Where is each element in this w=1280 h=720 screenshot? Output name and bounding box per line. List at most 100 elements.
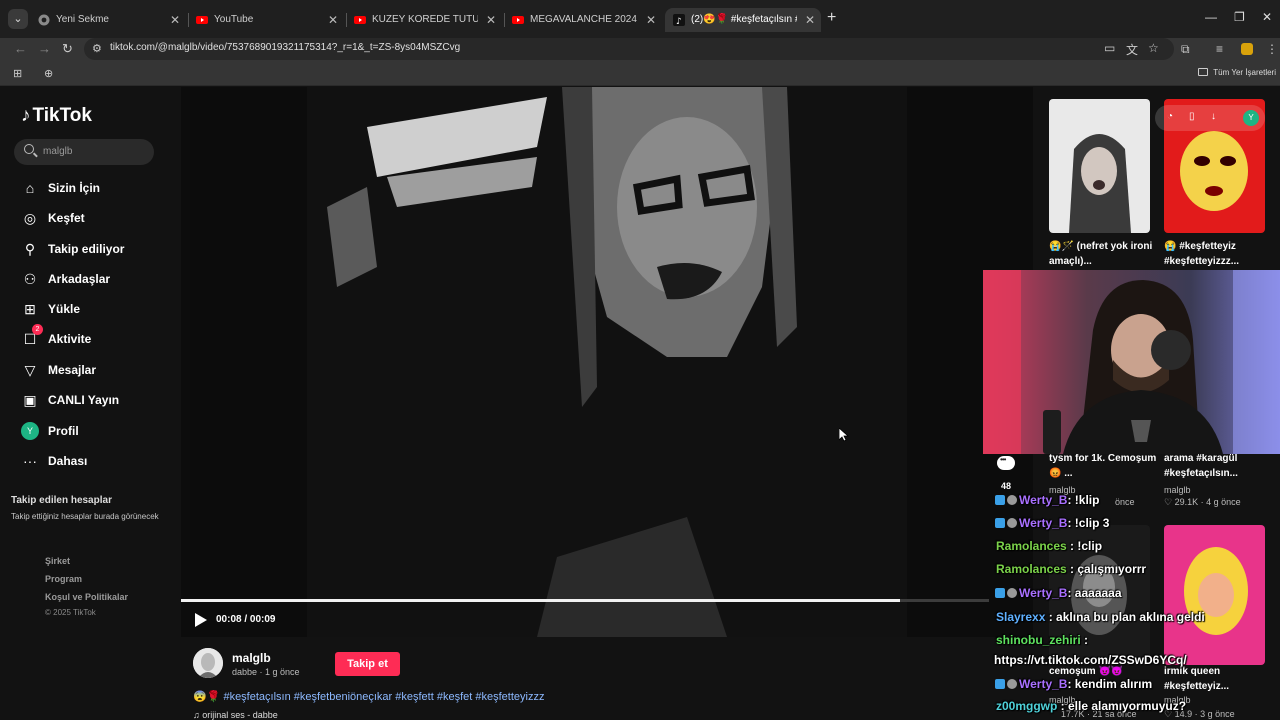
media-icon[interactable]: ≡ [1216, 42, 1223, 56]
sidebar-item-arkadaslar[interactable]: ⚇ Arkadaşlar [21, 269, 171, 291]
play-icon[interactable] [195, 613, 207, 627]
site-info-icon[interactable]: ⚙ [92, 42, 102, 55]
url-text[interactable]: tiktok.com/@malglb/video/753768901932117… [110, 42, 460, 53]
sidebar-item-sizin-icin[interactable]: ⌂ Sizin İçin [21, 178, 171, 200]
related-caption[interactable]: 😭 #keşfetteyiz #keşfetteyizzz... [1164, 239, 1274, 269]
chat-username: z00mggwp [996, 699, 1058, 713]
chat-text: : aklına bu plan aklına geldi [1045, 610, 1205, 624]
chat-username: Ramolances [996, 562, 1067, 576]
author-name[interactable]: malglb [232, 651, 271, 665]
tab-title: (2)😍🌹 #keşfetaçılsın #keşfetb [691, 14, 797, 25]
tab-megavalanche[interactable]: MEGAVALANCHE 2024 😨 FUL ✕ [504, 8, 662, 32]
related-caption[interactable]: tysm for 1k. Cemoşum 😡 ... [1049, 451, 1159, 481]
related-caption[interactable]: arama #karagül #keşfetaçılsın... [1164, 451, 1274, 481]
sidebar-item-dahasi[interactable]: ··· Dahası [21, 451, 171, 473]
tab-title: KUZEY KOREDE TUTUKLANIRSA [372, 14, 478, 25]
restore-icon[interactable]: ❐ [1234, 10, 1245, 24]
download-icon[interactable]: ↓ [1211, 111, 1216, 122]
sidebar-item-mesajlar[interactable]: ▽ Mesajlar [21, 360, 171, 382]
author-subtitle: dabbe · 1 g önce [232, 667, 300, 677]
webcam-overlay [983, 270, 1280, 454]
folder-icon [1198, 68, 1209, 76]
tab-kuzey-kore[interactable]: KUZEY KOREDE TUTUKLANIRSA ✕ [346, 8, 502, 32]
video-player[interactable] [181, 87, 1033, 637]
extensions-icon[interactable]: ⧉ [1181, 42, 1190, 57]
footer-link-program[interactable]: Program [45, 574, 82, 584]
related-video-thumb[interactable] [1164, 525, 1265, 665]
phone-icon[interactable]: ▯ [1189, 111, 1195, 122]
related-author[interactable]: malglb [1164, 485, 1191, 495]
reload-icon[interactable]: ↻ [62, 41, 73, 57]
sidebar-item-yukle[interactable]: ⊞ Yükle [21, 299, 171, 321]
address-bar[interactable]: ⚙ tiktok.com/@malglb/video/7537689019321… [84, 38, 1174, 60]
chat-message: Ramolances : çalışmıyorrr [996, 562, 1146, 576]
forward-icon[interactable]: → [38, 41, 51, 56]
follow-button[interactable]: Takip et [335, 652, 400, 676]
footer-link-kosullar[interactable]: Koşul ve Politikalar [45, 592, 128, 602]
close-icon[interactable]: ✕ [805, 8, 815, 32]
chat-badge-icon [995, 679, 1005, 689]
translate-icon[interactable]: 文 [1126, 41, 1138, 58]
svg-text:♪: ♪ [676, 17, 682, 26]
video-frame[interactable] [307, 87, 907, 637]
followed-accounts-heading: Takip edilen hesaplar [11, 495, 112, 506]
chat-message: Ramolances : !clip [996, 539, 1102, 553]
related-video-thumb[interactable] [1049, 99, 1150, 233]
sidebar-item-takip-ediliyor[interactable]: ⚲ Takip ediliyor [21, 239, 171, 261]
tab-yeni-sekme[interactable]: Yeni Sekme ✕ [30, 8, 186, 32]
sidebar-item-aktivite[interactable]: ☐ 2 Aktivite [21, 324, 171, 351]
video-actions-pill: ◔ ▯ ↓ Y [1155, 105, 1265, 131]
chat-message: https://vt.tiktok.com/ZSSwD6YCq/ [994, 653, 1187, 667]
all-bookmarks[interactable]: Tüm Yer İşaretleri [1198, 68, 1276, 77]
apps-icon[interactable]: ⊞ [13, 67, 22, 80]
sidebar-item-kesfet[interactable]: ◎ Keşfet [21, 208, 171, 230]
tiktok-icon: ♪ [673, 14, 685, 26]
menu-icon[interactable]: ⋮ [1266, 42, 1278, 56]
close-icon[interactable]: ✕ [486, 8, 496, 32]
youtube-icon [512, 16, 524, 24]
video-caption[interactable]: 😨🌹 #keşfetaçılsın #keşfetbeniöneçıkar #k… [193, 690, 544, 703]
sidebar-item-profil[interactable]: Y Profil [21, 421, 171, 443]
chat-message: Werty_B: !klip [995, 493, 1099, 507]
thumb-image [1049, 99, 1150, 233]
new-tab-button[interactable]: + [827, 9, 836, 27]
author-avatar[interactable] [193, 648, 223, 678]
close-icon[interactable]: ✕ [170, 8, 180, 32]
tab-search-button[interactable]: ⌄ [8, 9, 28, 29]
comment-icon[interactable] [997, 455, 1015, 470]
bookmarks-bar: ⊞ ⊕ Tüm Yer İşaretleri [0, 62, 1280, 86]
extension-icon[interactable] [1241, 43, 1253, 55]
cast-icon[interactable]: ▭ [1104, 41, 1115, 55]
profile-avatar: Y [21, 422, 39, 440]
notification-badge: 2 [32, 324, 43, 335]
sidebar-item-canli-yayin[interactable]: ▣ CANLI Yayın [21, 390, 171, 412]
tab-tiktok-active[interactable]: ♪ (2)😍🌹 #keşfetaçılsın #keşfetb ✕ [665, 8, 821, 32]
video-progress-bar[interactable] [181, 599, 989, 602]
related-caption[interactable]: irmik queen #keşfetteyiz... [1164, 664, 1274, 694]
close-icon[interactable]: ✕ [646, 8, 656, 32]
video-sound[interactable]: ♫ orijinal ses - dabbe [193, 710, 278, 720]
profile-avatar-small[interactable]: Y [1243, 110, 1259, 126]
cursor-arrow-icon [839, 428, 849, 442]
youtube-icon [354, 16, 366, 24]
related-caption[interactable]: 😭🪄 (nefret yok ironi amaçlı)... [1049, 239, 1159, 269]
chat-badge-icon [1007, 495, 1017, 505]
globe-icon[interactable]: ⊕ [44, 67, 53, 80]
compass-icon: ◎ [23, 210, 37, 226]
minimize-icon[interactable]: — [1205, 10, 1217, 24]
sidebar: ♪ TikTok malglb ⌂ Sizin İçin ◎ Keşfet ⚲ T… [0, 87, 181, 720]
search-input[interactable]: malglb [14, 139, 154, 165]
tiktok-logo[interactable]: ♪ TikTok [21, 105, 92, 127]
back-icon[interactable]: ← [14, 41, 27, 56]
tab-youtube[interactable]: YouTube ✕ [188, 8, 344, 32]
footer-link-sirket[interactable]: Şirket [45, 556, 70, 566]
speed-icon[interactable]: ◔ [1167, 111, 1173, 122]
upload-icon: ⊞ [24, 301, 36, 317]
window-close-icon[interactable]: ✕ [1262, 10, 1272, 24]
chat-username: Slayrexx [996, 610, 1046, 624]
more-icon: ··· [23, 453, 37, 469]
search-icon [24, 144, 34, 154]
related-stat: ♡ 29.1K · 4 g önce [1164, 497, 1241, 507]
close-icon[interactable]: ✕ [328, 8, 338, 32]
star-icon[interactable]: ☆ [1148, 41, 1159, 55]
